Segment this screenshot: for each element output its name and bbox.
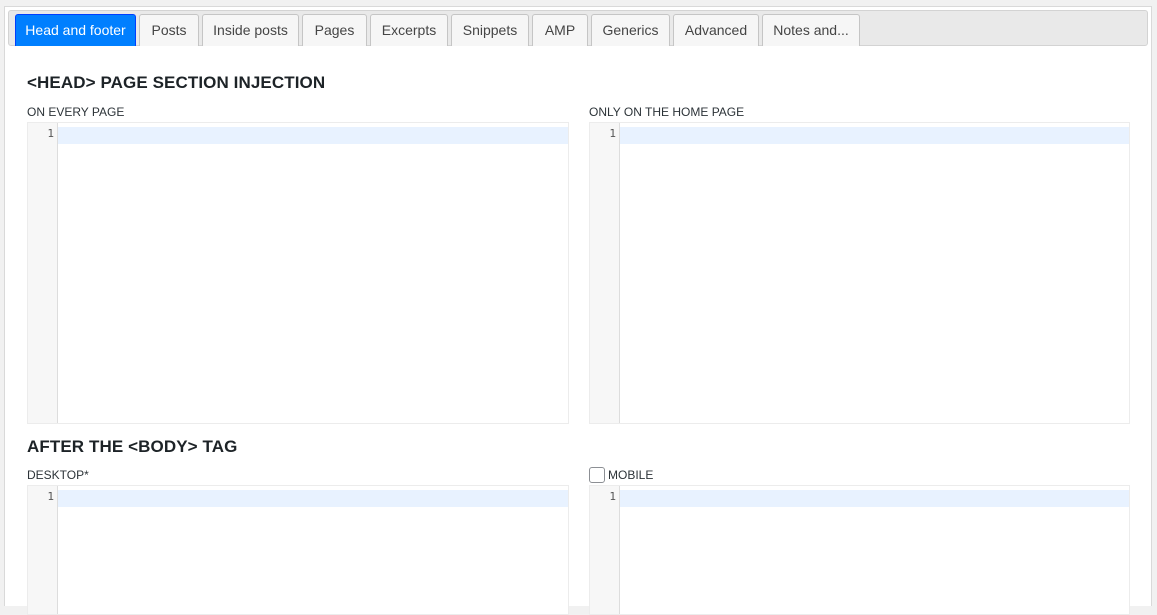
- line-number: 1: [609, 490, 616, 503]
- tab-inside-posts[interactable]: Inside posts: [202, 14, 299, 46]
- every-page-code-editor[interactable]: 1: [27, 122, 569, 424]
- line-gutter: 1: [590, 123, 620, 423]
- mobile-label: MOBILE: [608, 468, 654, 482]
- tab-notes[interactable]: Notes and...: [762, 14, 860, 46]
- every-page-label: ON EVERY PAGE: [27, 105, 125, 119]
- line-gutter: 1: [28, 486, 58, 614]
- settings-panel: Head and footer Posts Inside posts Pages…: [4, 6, 1152, 615]
- tab-pages[interactable]: Pages: [302, 14, 367, 46]
- tab-excerpts[interactable]: Excerpts: [370, 14, 448, 46]
- mobile-code-editor[interactable]: 1: [589, 485, 1130, 615]
- active-line-highlight: [620, 490, 1129, 507]
- tab-bar: Head and footer Posts Inside posts Pages…: [8, 10, 1148, 46]
- tab-head-and-footer[interactable]: Head and footer: [15, 14, 136, 46]
- head-section-title: <HEAD> PAGE SECTION INJECTION: [27, 73, 326, 92]
- desktop-code-editor[interactable]: 1: [27, 485, 569, 615]
- line-gutter: 1: [590, 486, 620, 614]
- line-number: 1: [47, 490, 54, 503]
- line-number: 1: [47, 127, 54, 140]
- line-gutter: 1: [28, 123, 58, 423]
- tab-posts[interactable]: Posts: [139, 14, 199, 46]
- active-line-highlight: [620, 127, 1129, 144]
- desktop-label: DESKTOP*: [27, 468, 89, 482]
- line-number: 1: [609, 127, 616, 140]
- mobile-checkbox[interactable]: [589, 467, 605, 483]
- tab-generics[interactable]: Generics: [591, 14, 670, 46]
- tab-snippets[interactable]: Snippets: [451, 14, 529, 46]
- tab-advanced[interactable]: Advanced: [673, 14, 759, 46]
- tab-amp[interactable]: AMP: [532, 14, 588, 46]
- home-page-label: ONLY ON THE HOME PAGE: [589, 105, 745, 119]
- home-page-code-editor[interactable]: 1: [589, 122, 1130, 424]
- active-line-highlight: [58, 127, 568, 144]
- active-line-highlight: [58, 490, 568, 507]
- body-section-title: AFTER THE <BODY> TAG: [27, 437, 238, 456]
